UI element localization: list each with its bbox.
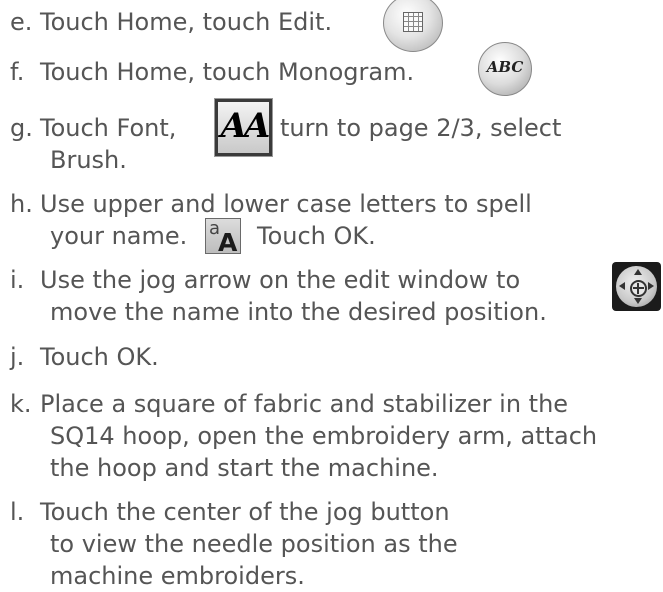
step-j: j. Touch OK. (10, 341, 159, 373)
step-text: Touch the center of the jog button (40, 498, 450, 526)
step-text: Touch Font, (40, 114, 177, 142)
step-g: g. Touch Font, (10, 112, 176, 144)
step-text: Touch Home, touch Edit. (40, 8, 333, 36)
step-h: h. Use upper and lower case letters to sp… (10, 188, 532, 220)
step-text: turn to page 2/3, select (280, 114, 562, 142)
step-text: Touch OK. (257, 222, 376, 250)
step-text: your name. (50, 222, 188, 250)
step-letter: i. (10, 266, 25, 294)
step-text: Touch OK. (40, 343, 159, 371)
monogram-abc-icon: ABC (478, 42, 532, 96)
step-text: Touch Home, touch Monogram. (40, 58, 415, 86)
step-text: Brush. (50, 146, 127, 174)
step-l: l. Touch the center of the jog button (10, 496, 450, 528)
step-letter: h. (10, 190, 33, 218)
step-text: the hoop and start the machine. (50, 454, 439, 482)
step-text: Use the jog arrow on the edit window to (40, 266, 521, 294)
step-text: SQ14 hoop, open the embroidery arm, atta… (50, 422, 598, 450)
step-text: Place a square of fabric and stabilizer … (40, 390, 569, 418)
upper-lower-case-icon: aA (205, 218, 241, 257)
step-letter: g. (10, 114, 33, 142)
step-letter: k. (10, 390, 32, 418)
jog-arrow-icon (612, 262, 661, 311)
step-text: Use upper and lower case letters to spel… (40, 190, 532, 218)
step-k: k. Place a square of fabric and stabilize… (10, 388, 568, 420)
step-letter: e. (10, 8, 33, 36)
font-aa-icon: AA (214, 98, 273, 157)
step-f: f. Touch Home, touch Monogram. (10, 56, 414, 88)
step-text: machine embroiders. (50, 562, 305, 590)
step-letter: l. (10, 498, 25, 526)
step-letter: f. (10, 58, 25, 86)
step-e: e. Touch Home, touch Edit. (10, 6, 332, 38)
step-text: to view the needle position as the (50, 530, 458, 558)
step-letter: j. (10, 343, 25, 371)
step-text: move the name into the desired position. (50, 298, 547, 326)
step-i: i. Use the jog arrow on the edit window t… (10, 264, 520, 296)
edit-grid-icon (383, 0, 443, 52)
